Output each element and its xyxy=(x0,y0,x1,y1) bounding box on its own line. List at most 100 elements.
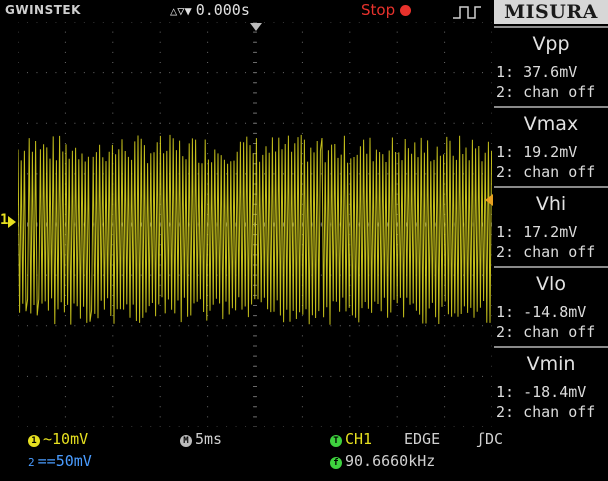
center-tick xyxy=(253,386,257,387)
grid-dot xyxy=(64,386,66,387)
ch2-scale-readout[interactable]: 2 ==50mV xyxy=(28,452,92,470)
grid-dot xyxy=(301,62,303,63)
grid-dot xyxy=(491,355,492,357)
grid-dot xyxy=(491,416,492,418)
horizontal-position[interactable]: △▽▼ 0.000s xyxy=(170,1,250,19)
grid-dot xyxy=(188,22,190,23)
grid-dot xyxy=(311,122,313,124)
grid-dot xyxy=(349,315,351,317)
measure-item-vhi[interactable]: Vhi 1: 17.2mV 2: chan off xyxy=(494,186,608,266)
ch1-scale-readout[interactable]: 1 ~10mV xyxy=(28,430,88,448)
grid-dot xyxy=(282,375,284,377)
grid-dot xyxy=(349,406,351,408)
center-tick xyxy=(253,335,257,337)
grid-dot xyxy=(263,325,265,327)
grid-dot xyxy=(188,375,190,377)
grid-dot xyxy=(112,386,114,387)
grid-dot xyxy=(292,375,294,377)
grid-dot xyxy=(197,325,199,327)
trigger-source-readout[interactable]: T CH1 xyxy=(330,430,372,448)
center-tick xyxy=(253,82,257,84)
grid-dot xyxy=(26,325,28,327)
trigger-slope-coupling[interactable]: ʃDC xyxy=(476,430,503,448)
grid-dot xyxy=(301,92,303,94)
grid-dot xyxy=(18,345,19,347)
grid-dot xyxy=(112,396,114,398)
grid-dot xyxy=(112,294,114,296)
grid-dot xyxy=(150,122,152,124)
grid-dot xyxy=(121,375,123,377)
grid-dot xyxy=(434,375,436,377)
grid-dot xyxy=(358,375,360,377)
grid-dot xyxy=(491,396,492,398)
grid-dot xyxy=(93,22,95,23)
grid-dot xyxy=(301,325,303,327)
grid-dot xyxy=(463,325,465,327)
grid-dot xyxy=(112,72,114,74)
grid-dot xyxy=(282,173,284,175)
grid-dot xyxy=(188,325,190,327)
grid-dot xyxy=(93,72,95,74)
grid-dot xyxy=(396,72,398,74)
grid-dot xyxy=(26,22,28,23)
grid-dot xyxy=(64,122,66,124)
frequency-readout: f 90.6660kHz xyxy=(330,452,435,470)
grid-dot xyxy=(482,122,484,124)
grid-dot xyxy=(482,72,484,74)
grid-dot xyxy=(301,335,303,337)
grid-dot xyxy=(64,102,66,104)
measure-ch2-value: 2: chan off xyxy=(496,163,596,181)
grid-dot xyxy=(406,375,408,377)
grid-dot xyxy=(178,122,180,124)
measure-item-vpp[interactable]: Vpp 1: 37.6mV 2: chan off xyxy=(494,26,608,106)
grid-dot xyxy=(387,325,389,327)
grid-dot xyxy=(444,355,446,357)
waveform-screen[interactable] xyxy=(18,22,492,427)
grid-dot xyxy=(396,305,398,306)
grid-dot xyxy=(444,41,446,43)
bottom-info-bar: 1 ~10mV 2 ==50mV M 5ms T CH1 EDGE ʃDC f 90.66… xyxy=(0,427,608,481)
grid-dot xyxy=(45,375,47,377)
grid-dot xyxy=(491,62,492,63)
grid-dot xyxy=(301,82,303,84)
grid-dot xyxy=(169,122,171,124)
grid-dot xyxy=(396,386,398,387)
grid-dot xyxy=(64,51,66,53)
grid-dot xyxy=(64,305,66,306)
trigger-position-marker xyxy=(250,23,262,31)
grid-dot xyxy=(491,335,492,337)
grid-dot xyxy=(159,365,161,367)
grid-dot xyxy=(207,82,209,84)
grid-dot xyxy=(150,274,152,276)
grid-dot xyxy=(444,386,446,387)
brand-logo: GWINSTEK xyxy=(5,3,81,17)
grid-dot xyxy=(74,22,76,23)
trigger-level-marker-icon[interactable] xyxy=(485,194,493,206)
grid-dot xyxy=(207,375,209,377)
measure-item-vmax[interactable]: Vmax 1: 19.2mV 2: chan off xyxy=(494,106,608,186)
measure-ch2-value: 2: chan off xyxy=(496,83,596,101)
center-tick xyxy=(253,375,257,377)
grid-dot xyxy=(131,375,133,377)
measure-item-vlo[interactable]: Vlo 1: -14.8mV 2: chan off xyxy=(494,266,608,346)
trigger-type[interactable]: EDGE xyxy=(404,430,440,448)
measure-item-vmin[interactable]: Vmin 1: -18.4mV 2: chan off xyxy=(494,346,608,426)
grid-dot xyxy=(207,143,209,144)
grid-dot xyxy=(368,72,370,74)
grid-dot xyxy=(245,325,247,327)
run-stop-status[interactable]: Stop xyxy=(361,1,412,19)
grid-dot xyxy=(121,72,123,74)
grid-dot xyxy=(263,22,265,23)
timebase-readout[interactable]: M 5ms xyxy=(180,430,222,448)
grid-dot xyxy=(301,122,303,124)
grid-dot xyxy=(83,375,85,377)
grid-dot xyxy=(491,325,492,327)
grid-dot xyxy=(36,325,38,327)
grid-dot xyxy=(263,375,265,377)
grid-dot xyxy=(226,375,228,377)
center-tick xyxy=(253,345,257,347)
grid-dot xyxy=(444,72,446,74)
grid-dot xyxy=(463,72,465,74)
center-tick xyxy=(253,112,257,114)
grid-dot xyxy=(415,325,417,327)
